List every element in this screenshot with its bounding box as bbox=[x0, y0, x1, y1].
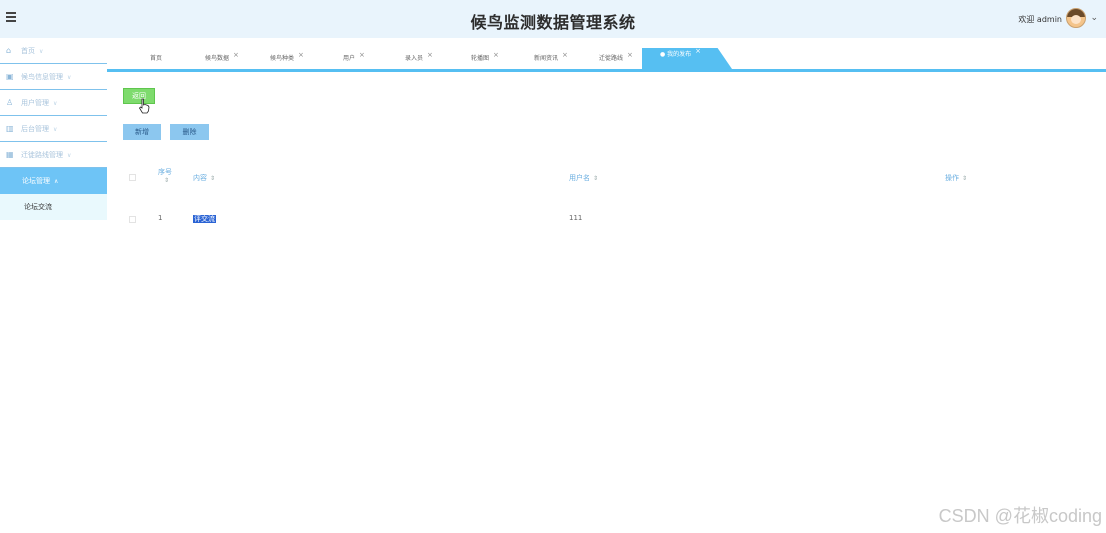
tab-user[interactable]: 用户 × bbox=[343, 51, 365, 70]
chevron-down-icon: ∨ bbox=[67, 74, 72, 81]
sidebar-item-migration[interactable]: ▦ 迁徙路线管理 ∨ bbox=[0, 142, 107, 168]
page-title: 候鸟监测数据管理系统 bbox=[470, 13, 636, 32]
sort-icon[interactable]: ⇕ bbox=[161, 177, 172, 184]
tab-label: ● 我的发布 bbox=[660, 51, 692, 58]
tab-bar: 首页 候鸟数据 × 候鸟种类 × 用户 × 录入员 × 轮播图 × 新闻资讯 × 迁徙路线 ×… bbox=[107, 38, 1106, 72]
tab-label: 首页 bbox=[150, 55, 163, 62]
sort-icon[interactable]: ⇕ bbox=[962, 175, 967, 182]
tab-recorder[interactable]: 录入员 × bbox=[405, 51, 433, 70]
sidebar-item-label: 用户管理 bbox=[21, 99, 49, 107]
delete-button[interactable]: 删除 bbox=[170, 124, 209, 140]
sidebar-item-admin[interactable]: ▥ 后台管理 ∨ bbox=[0, 116, 107, 142]
sidebar-item-label: 迁徙路线管理 bbox=[21, 151, 63, 159]
header-bar: 候鸟监测数据管理系统 欢迎 admin ⌄ bbox=[0, 0, 1106, 38]
column-header-content[interactable]: 内容 ⇕ bbox=[193, 173, 215, 183]
grid-icon: ▦ bbox=[6, 150, 14, 159]
sort-icon[interactable]: ⇕ bbox=[210, 175, 215, 182]
column-header-label: 序号 bbox=[158, 168, 172, 176]
add-button[interactable]: 新增 bbox=[123, 124, 161, 140]
close-icon[interactable]: × bbox=[298, 51, 304, 59]
sidebar-item-label: 首页 bbox=[21, 47, 35, 55]
chevron-down-icon: ∨ bbox=[53, 126, 58, 133]
tab-label: 候鸟数据 bbox=[205, 55, 230, 62]
cell-content: 评交流 bbox=[193, 214, 216, 224]
tab-home[interactable]: 首页 bbox=[150, 54, 162, 70]
sidebar-subitem-forum-exchange[interactable]: 论坛交流 bbox=[0, 194, 107, 220]
cell-content-text: 评交流 bbox=[193, 215, 216, 223]
sidebar-item-home[interactable]: ⌂ 首页 ∨ bbox=[0, 38, 107, 64]
close-icon[interactable]: × bbox=[695, 48, 701, 55]
sidebar-item-users[interactable]: ♙ 用户管理 ∨ bbox=[0, 90, 107, 116]
watermark: CSDN @花椒coding bbox=[938, 506, 1102, 526]
tab-underline bbox=[107, 69, 1106, 72]
welcome-text: 欢迎 admin bbox=[1018, 15, 1062, 24]
tab-bird-data[interactable]: 候鸟数据 × bbox=[205, 51, 239, 70]
close-icon[interactable]: × bbox=[627, 51, 633, 59]
chevron-down-icon: ∨ bbox=[53, 100, 58, 107]
chevron-down-icon[interactable]: ⌄ bbox=[1090, 13, 1098, 23]
tab-label: 轮播图 bbox=[471, 55, 490, 62]
close-icon[interactable]: × bbox=[493, 51, 499, 59]
chevron-down-icon: ∨ bbox=[39, 48, 44, 55]
column-header-actions[interactable]: 操作 ⇕ bbox=[945, 173, 967, 183]
column-header-label: 用户名 bbox=[569, 174, 590, 182]
avatar[interactable] bbox=[1066, 8, 1086, 28]
select-all-checkbox[interactable] bbox=[129, 174, 136, 181]
sidebar-item-forum[interactable]: 论坛管理 ∧ bbox=[0, 168, 107, 194]
column-header-label: 操作 bbox=[945, 174, 959, 182]
row-checkbox[interactable] bbox=[129, 216, 136, 223]
bird-info-icon: ▣ bbox=[6, 72, 14, 81]
tab-news[interactable]: 新闻资讯 × bbox=[534, 51, 568, 70]
column-header-label: 内容 bbox=[193, 174, 207, 182]
chevron-up-icon: ∧ bbox=[54, 178, 59, 185]
tab-migration-route[interactable]: 迁徙路线 × bbox=[599, 51, 633, 70]
cell-index: 1 bbox=[158, 214, 163, 222]
cell-username: 111 bbox=[569, 214, 583, 222]
tab-label: 候鸟种类 bbox=[270, 55, 295, 62]
sidebar-item-label: 论坛管理 bbox=[22, 177, 50, 185]
sidebar-item-bird-info[interactable]: ▣ 候鸟信息管理 ∨ bbox=[0, 64, 107, 90]
close-icon[interactable]: × bbox=[427, 51, 433, 59]
chevron-down-icon: ∨ bbox=[67, 152, 72, 159]
close-icon[interactable]: × bbox=[562, 51, 568, 59]
close-icon[interactable]: × bbox=[359, 51, 365, 59]
admin-icon: ▥ bbox=[6, 124, 14, 133]
tab-my-posts[interactable]: ● 我的发布 × bbox=[642, 48, 732, 69]
home-icon: ⌂ bbox=[6, 46, 12, 55]
column-header-index[interactable]: 序号 ⇕ bbox=[158, 167, 172, 184]
hand-cursor-icon bbox=[138, 98, 150, 114]
user-icon: ♙ bbox=[6, 98, 14, 107]
column-header-username[interactable]: 用户名 ⇕ bbox=[569, 173, 598, 183]
sidebar-item-label: 候鸟信息管理 bbox=[21, 73, 63, 81]
tab-label: 新闻资讯 bbox=[534, 55, 559, 62]
tab-label: 录入员 bbox=[405, 55, 424, 62]
tab-label: 迁徙路线 bbox=[599, 55, 624, 62]
tab-label: 用户 bbox=[343, 55, 356, 62]
close-icon[interactable]: × bbox=[233, 51, 239, 59]
sidebar: ⌂ 首页 ∨ ▣ 候鸟信息管理 ∨ ♙ 用户管理 ∨ ▥ 后台管理 ∨ ▦ 迁徙路线管理 ∨ 论坛管… bbox=[0, 38, 107, 224]
tab-carousel[interactable]: 轮播图 × bbox=[471, 51, 499, 70]
sidebar-item-label: 后台管理 bbox=[21, 125, 49, 133]
sort-icon[interactable]: ⇕ bbox=[593, 175, 598, 182]
tab-bird-species[interactable]: 候鸟种类 × bbox=[270, 51, 304, 70]
